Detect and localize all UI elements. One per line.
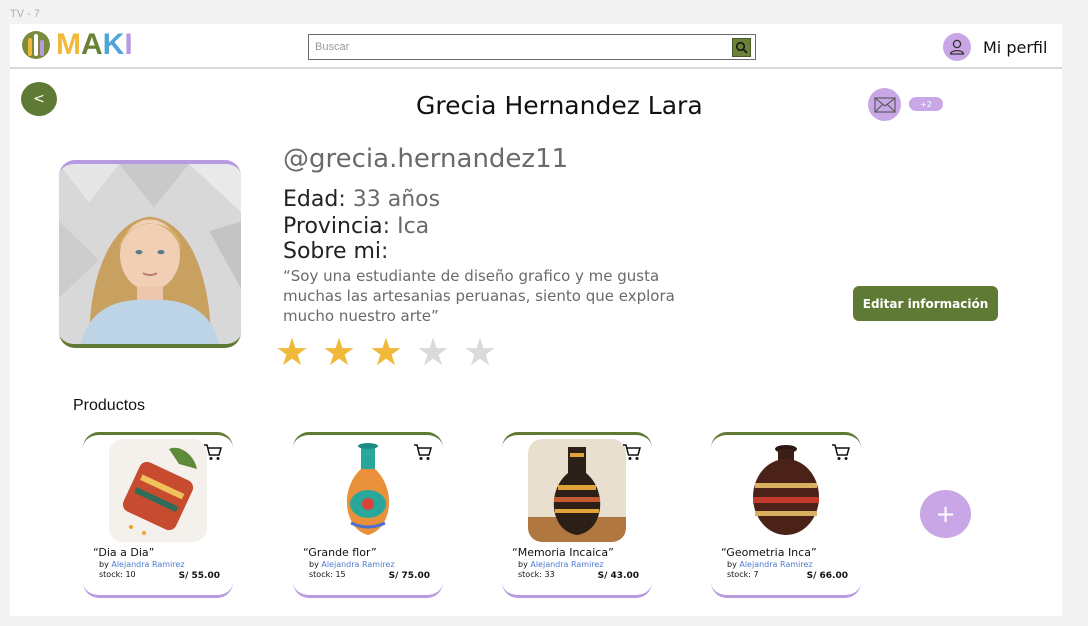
- add-to-cart-button[interactable]: [831, 443, 851, 465]
- age-value: 33 años: [352, 187, 441, 212]
- product-name: “Dia a Dia”: [93, 546, 155, 559]
- province-value: Ica: [397, 214, 430, 239]
- age-row: Edad: 33 años: [283, 187, 441, 212]
- profile-link[interactable]: Mi perfil: [943, 33, 1047, 61]
- product-author-link[interactable]: Alejandra Ramirez: [739, 560, 812, 569]
- product-stock: stock: 15: [309, 570, 346, 579]
- logo[interactable]: MAKI: [22, 30, 133, 60]
- product-name: “Geometria Inca”: [721, 546, 817, 559]
- add-to-cart-button[interactable]: [413, 443, 433, 465]
- search-icon: [735, 41, 748, 54]
- search-button[interactable]: [732, 38, 751, 57]
- product-image: [109, 439, 207, 542]
- product-author-link[interactable]: Alejandra Ramirez: [111, 560, 184, 569]
- product-price: S/ 55.00: [178, 571, 220, 581]
- by-label: by: [99, 560, 109, 569]
- rating-stars: ★ ★ ★ ★ ★: [275, 329, 510, 375]
- user-icon: [943, 33, 971, 61]
- product-image: [528, 439, 626, 542]
- star-icon[interactable]: ★: [275, 329, 322, 375]
- user-handle: @grecia.hernandez11: [283, 144, 569, 174]
- product-author-row: by Alejandra Ramirez: [727, 560, 813, 569]
- logo-text: MAKI: [56, 28, 133, 61]
- page-canvas: MAKI Mi perfil < Grecia Hernandez: [10, 24, 1062, 616]
- cart-icon: [623, 444, 641, 460]
- product-stock: stock: 10: [99, 570, 136, 579]
- by-label: by: [309, 560, 319, 569]
- star-icon[interactable]: ★: [463, 329, 510, 375]
- product-author-link[interactable]: Alejandra Ramirez: [321, 560, 394, 569]
- cart-icon: [414, 444, 432, 460]
- logo-icon: [22, 31, 50, 59]
- edit-info-button[interactable]: Editar información: [853, 286, 998, 321]
- province-row: Provincia: Ica: [283, 214, 430, 239]
- by-label: by: [727, 560, 737, 569]
- product-card[interactable]: “Memoria Incaica” by Alejandra Ramirez s…: [502, 432, 652, 598]
- age-key: Edad: [283, 187, 339, 212]
- profile-photo: [59, 160, 241, 348]
- mail-icon: [873, 96, 896, 113]
- profile-label: Mi perfil: [983, 37, 1048, 57]
- product-price: S/ 75.00: [388, 571, 430, 581]
- province-key: Provincia: [283, 214, 383, 239]
- frame-label: TV - 7: [10, 8, 40, 20]
- add-to-cart-button[interactable]: [203, 443, 223, 465]
- product-price: S/ 66.00: [806, 571, 848, 581]
- product-name: “Grande flor”: [303, 546, 377, 559]
- about-row: Sobre mi:: [283, 239, 389, 264]
- product-card[interactable]: “Grande flor” by Alejandra Ramirez stock…: [293, 432, 443, 598]
- product-name: “Memoria Incaica”: [512, 546, 614, 559]
- about-text: “Soy una estudiante de diseño grafico y …: [283, 267, 675, 325]
- star-icon[interactable]: ★: [416, 329, 463, 375]
- cart-icon: [832, 444, 850, 460]
- product-stock: stock: 33: [518, 570, 555, 579]
- notification-badge[interactable]: +2: [909, 97, 943, 111]
- product-image: [737, 439, 835, 542]
- about-key: Sobre mi: [283, 239, 382, 264]
- products-title: Productos: [73, 397, 146, 414]
- add-to-cart-button[interactable]: [622, 443, 642, 465]
- by-label: by: [518, 560, 528, 569]
- product-author-row: by Alejandra Ramirez: [309, 560, 395, 569]
- product-author-row: by Alejandra Ramirez: [99, 560, 185, 569]
- cart-icon: [204, 444, 222, 460]
- top-header: MAKI Mi perfil: [10, 24, 1062, 69]
- product-card[interactable]: “Geometria Inca” by Alejandra Ramirez st…: [711, 432, 861, 598]
- star-icon[interactable]: ★: [369, 329, 416, 375]
- product-author-row: by Alejandra Ramirez: [518, 560, 604, 569]
- page-title: Grecia Hernandez Lara: [416, 91, 703, 120]
- product-price: S/ 43.00: [597, 571, 639, 581]
- product-author-link[interactable]: Alejandra Ramirez: [530, 560, 603, 569]
- search-input[interactable]: [309, 35, 719, 59]
- back-button[interactable]: <: [21, 82, 57, 116]
- star-icon[interactable]: ★: [322, 329, 369, 375]
- product-stock: stock: 7: [727, 570, 759, 579]
- product-image: [319, 439, 417, 542]
- add-product-button[interactable]: +: [920, 490, 971, 538]
- messages-button[interactable]: [868, 88, 901, 121]
- product-card[interactable]: “Dia a Dia” by Alejandra Ramirez stock: …: [83, 432, 233, 598]
- search-bar: [308, 34, 756, 60]
